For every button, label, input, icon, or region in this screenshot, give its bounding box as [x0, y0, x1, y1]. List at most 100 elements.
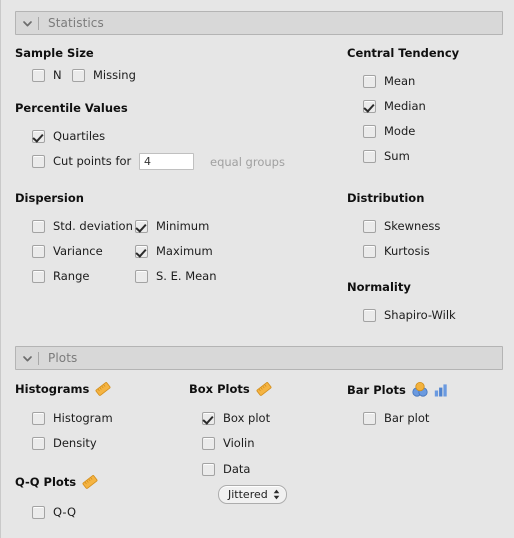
checkbox-row-maximum[interactable]: Maximum: [135, 244, 213, 258]
group-title-histograms: Histograms: [15, 382, 111, 396]
checkbox-row-se-mean[interactable]: S. E. Mean: [135, 269, 217, 283]
checkbox-quartiles[interactable]: [32, 129, 45, 143]
descriptives-options-panel: Statistics Sample Size N Missing Percent…: [0, 0, 514, 538]
group-title-box-plots: Box Plots: [189, 382, 272, 396]
checkbox-se-mean[interactable]: [135, 269, 148, 283]
checkbox-histogram[interactable]: [32, 411, 45, 425]
bar-chart-icon: [434, 383, 448, 397]
checkbox-label-n: N: [53, 68, 62, 82]
checkbox-row-n[interactable]: N: [32, 68, 62, 82]
checkbox-label-median: Median: [384, 99, 426, 113]
checkbox-label-box-plot: Box plot: [223, 411, 271, 425]
checkbox-row-cut-points[interactable]: Cut points for: [32, 154, 131, 168]
cut-points-input[interactable]: [139, 153, 194, 170]
checkbox-label-kurtosis: Kurtosis: [384, 244, 430, 258]
checkbox-data[interactable]: [202, 462, 215, 476]
checkbox-label-mean: Mean: [384, 74, 416, 88]
group-title-percentile-values: Percentile Values: [15, 101, 128, 115]
checkbox-row-mode[interactable]: Mode: [363, 124, 415, 138]
checkbox-label-data: Data: [223, 462, 251, 476]
checkbox-mean[interactable]: [363, 74, 376, 88]
continuous-ruler-icon: [95, 382, 111, 396]
checkbox-cut-points[interactable]: [32, 154, 45, 168]
checkbox-median[interactable]: [363, 99, 376, 113]
cut-points-suffix-label: equal groups: [210, 155, 285, 169]
checkbox-label-missing: Missing: [93, 68, 136, 82]
checkbox-label-density: Density: [53, 436, 97, 450]
checkbox-n[interactable]: [32, 68, 45, 82]
checkbox-row-shapiro-wilk[interactable]: Shapiro-Wilk: [363, 308, 456, 322]
group-title-sample-size: Sample Size: [15, 46, 94, 60]
data-style-selected-value: Jittered: [228, 488, 268, 501]
header-divider: [38, 16, 39, 30]
checkbox-label-minimum: Minimum: [156, 219, 210, 233]
checkbox-row-mean[interactable]: Mean: [363, 74, 415, 88]
group-title-qq-plots: Q-Q Plots: [15, 475, 98, 489]
checkbox-label-bar-plot: Bar plot: [384, 411, 430, 425]
checkbox-label-mode: Mode: [384, 124, 416, 138]
checkbox-label-violin: Violin: [223, 436, 255, 450]
checkbox-label-range: Range: [53, 269, 90, 283]
checkbox-row-kurtosis[interactable]: Kurtosis: [363, 244, 430, 258]
checkbox-kurtosis[interactable]: [363, 244, 376, 258]
checkbox-row-bar-plot[interactable]: Bar plot: [363, 411, 429, 425]
checkbox-label-histogram: Histogram: [53, 411, 113, 425]
section-title-plots: Plots: [48, 351, 78, 365]
checkbox-row-sum[interactable]: Sum: [363, 149, 410, 163]
checkbox-label-qq: Q-Q: [53, 505, 76, 519]
checkbox-shapiro-wilk[interactable]: [363, 308, 376, 322]
checkbox-label-std-deviation: Std. deviation: [53, 219, 133, 233]
checkbox-row-violin[interactable]: Violin: [202, 436, 255, 450]
checkbox-row-missing[interactable]: Missing: [72, 68, 136, 82]
checkbox-row-range[interactable]: Range: [32, 269, 89, 283]
stepper-arrows-icon[interactable]: [273, 489, 280, 500]
checkbox-variance[interactable]: [32, 244, 45, 258]
continuous-ruler-icon: [82, 475, 98, 489]
nominal-icon: [412, 382, 428, 397]
checkbox-row-skewness[interactable]: Skewness: [363, 219, 440, 233]
checkbox-missing[interactable]: [72, 68, 85, 82]
section-header-plots[interactable]: Plots: [15, 346, 503, 370]
checkbox-violin[interactable]: [202, 436, 215, 450]
checkbox-density[interactable]: [32, 436, 45, 450]
checkbox-label-variance: Variance: [53, 244, 103, 258]
checkbox-row-quartiles[interactable]: Quartiles: [32, 129, 105, 143]
checkbox-minimum[interactable]: [135, 219, 148, 233]
checkbox-label-quartiles: Quartiles: [53, 129, 106, 143]
checkbox-sum[interactable]: [363, 149, 376, 163]
checkbox-row-variance[interactable]: Variance: [32, 244, 103, 258]
checkbox-qq[interactable]: [32, 505, 45, 519]
checkbox-row-data[interactable]: Data: [202, 462, 250, 476]
section-title-statistics: Statistics: [48, 16, 104, 30]
chevron-down-icon[interactable]: [16, 353, 38, 364]
checkbox-row-box-plot[interactable]: Box plot: [202, 411, 270, 425]
checkbox-mode[interactable]: [363, 124, 376, 138]
checkbox-label-se-mean: S. E. Mean: [156, 269, 217, 283]
checkbox-row-histogram[interactable]: Histogram: [32, 411, 113, 425]
checkbox-label-cut-points: Cut points for: [53, 154, 132, 168]
checkbox-std-deviation[interactable]: [32, 219, 45, 233]
checkbox-bar-plot[interactable]: [363, 411, 376, 425]
chevron-down-icon[interactable]: [16, 18, 38, 29]
group-title-normality: Normality: [347, 280, 411, 294]
checkbox-row-minimum[interactable]: Minimum: [135, 219, 209, 233]
checkbox-skewness[interactable]: [363, 219, 376, 233]
group-title-bar-plots: Bar Plots: [347, 382, 448, 397]
checkbox-label-shapiro-wilk: Shapiro-Wilk: [384, 308, 456, 322]
header-divider: [38, 351, 39, 365]
checkbox-range[interactable]: [32, 269, 45, 283]
checkbox-label-maximum: Maximum: [156, 244, 213, 258]
group-title-dispersion: Dispersion: [15, 191, 84, 205]
group-title-central-tendency: Central Tendency: [347, 46, 460, 60]
checkbox-row-density[interactable]: Density: [32, 436, 97, 450]
section-header-statistics[interactable]: Statistics: [15, 11, 503, 35]
group-title-distribution: Distribution: [347, 191, 425, 205]
checkbox-row-std-deviation[interactable]: Std. deviation: [32, 219, 133, 233]
checkbox-maximum[interactable]: [135, 244, 148, 258]
data-style-dropdown[interactable]: Jittered: [218, 485, 287, 504]
checkbox-box-plot[interactable]: [202, 411, 215, 425]
checkbox-row-qq[interactable]: Q-Q: [32, 505, 76, 519]
checkbox-row-median[interactable]: Median: [363, 99, 426, 113]
continuous-ruler-icon: [256, 382, 272, 396]
checkbox-label-sum: Sum: [384, 149, 410, 163]
